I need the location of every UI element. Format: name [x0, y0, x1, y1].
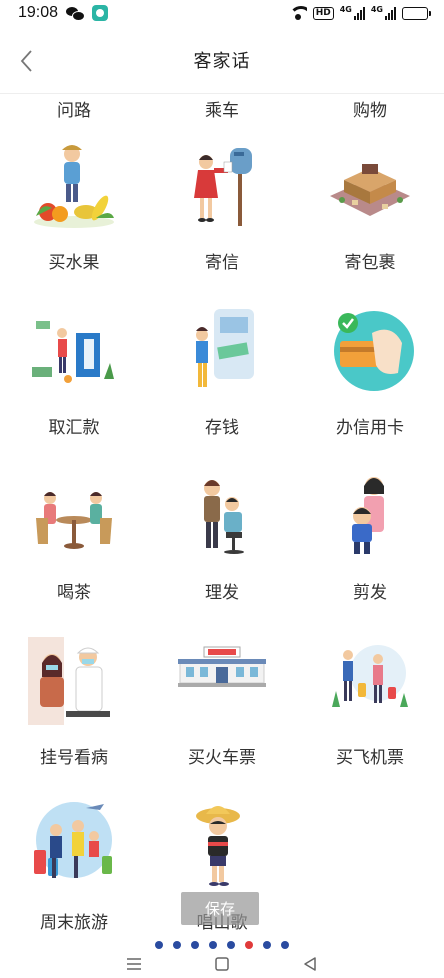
grid-item-deposit[interactable]: 存钱: [148, 299, 296, 464]
mailbox-illustration: [174, 138, 270, 234]
train-station-illustration: [174, 633, 270, 729]
status-left: 19:08: [18, 4, 109, 22]
phrase-grid: 买水果 寄信 寄包裹 取汇款 存钱 办信用卡 喝茶 理发 剪发 挂号看病 买火车…: [0, 134, 444, 940]
phrase-grid-scroll[interactable]: 问路 乘车 购物 买水果 寄信 寄包裹 取汇款 存钱 办信用卡 喝茶 理发 剪发…: [0, 94, 444, 940]
grid-item-weekend-travel[interactable]: 周末旅游: [0, 794, 148, 940]
page-dot[interactable]: [191, 941, 199, 949]
status-bar: 19:08 HD 4G 4G: [0, 0, 444, 26]
system-nav-bar: [0, 950, 444, 978]
page-dot[interactable]: [173, 941, 181, 949]
grid-item-label: 存钱: [205, 418, 239, 438]
credit-card-illustration: [322, 303, 418, 399]
grid-item-send-parcel[interactable]: 寄包裹: [296, 134, 444, 299]
grid-empty-cell: [296, 794, 444, 940]
triangle-back-icon: [304, 957, 316, 971]
phone-deposit-illustration: [174, 303, 270, 399]
folk-singer-illustration: [174, 798, 270, 894]
page-indicator: [0, 941, 444, 949]
nav-back-button[interactable]: [300, 954, 320, 974]
grid-item-label: 寄信: [205, 253, 239, 273]
hd-badge: HD: [312, 6, 334, 20]
grid-item-hospital-registration[interactable]: 挂号看病: [0, 629, 148, 794]
grid-item-label: 买飞机票: [336, 748, 404, 768]
nav-home-button[interactable]: [212, 954, 232, 974]
signal-icon-2: 4G: [371, 6, 396, 20]
grid-item-cut-hair[interactable]: 剪发: [296, 464, 444, 629]
battery-icon: [402, 6, 431, 20]
tea-table-illustration: [26, 468, 122, 564]
grid-item-label: 买火车票: [188, 748, 256, 768]
title-bar: 客家话: [0, 26, 444, 94]
barber-illustration: [174, 468, 270, 564]
page-title: 客家话: [193, 50, 251, 72]
wechat-icon: [66, 6, 86, 21]
grid-item-label: 理发: [205, 583, 239, 603]
page-dot[interactable]: [227, 941, 235, 949]
save-button[interactable]: 保存: [181, 892, 259, 925]
page-dot[interactable]: [209, 941, 217, 949]
grid-item-label: 取汇款: [48, 418, 100, 438]
grid-item-label: 周末旅游: [40, 913, 108, 933]
grid-item-label: 挂号看病: [40, 748, 108, 768]
page-dot-active[interactable]: [245, 941, 253, 949]
signal-network-label: 4G: [339, 5, 352, 14]
fruit-vendor-illustration: [26, 138, 122, 234]
page-dot[interactable]: [281, 941, 289, 949]
grid-item-label: 剪发: [353, 583, 387, 603]
grid-item-label: 喝茶: [57, 583, 91, 603]
chevron-left-icon: [20, 50, 32, 72]
grid-item-buy-train-ticket[interactable]: 买火车票: [148, 629, 296, 794]
app-notification-icon: [92, 5, 109, 21]
grid-item-haircut[interactable]: 理发: [148, 464, 296, 629]
grid-row: 买水果 寄信 寄包裹: [0, 134, 444, 299]
grid-item-withdraw-remittance[interactable]: 取汇款: [0, 299, 148, 464]
back-button[interactable]: [14, 48, 40, 74]
signal-icon: 4G: [340, 6, 365, 20]
home-icon: [215, 957, 229, 971]
parcel-isometric-illustration: [322, 138, 418, 234]
family-travel-illustration: [26, 798, 122, 894]
page-dot[interactable]: [155, 941, 163, 949]
money-atm-illustration: [26, 303, 122, 399]
grid-item-send-letter[interactable]: 寄信: [148, 134, 296, 299]
grid-item-label: 办信用卡: [336, 418, 404, 438]
grid-row: 取汇款 存钱 办信用卡: [0, 299, 444, 464]
nav-menu-button[interactable]: [124, 954, 144, 974]
partial-label-ride[interactable]: 乘车: [148, 96, 296, 121]
grid-item-buy-fruit[interactable]: 买水果: [0, 134, 148, 299]
grid-item-drink-tea[interactable]: 喝茶: [0, 464, 148, 629]
page-dot[interactable]: [263, 941, 271, 949]
airport-travelers-illustration: [322, 633, 418, 729]
grid-item-buy-plane-ticket[interactable]: 买飞机票: [296, 629, 444, 794]
grid-item-apply-credit-card[interactable]: 办信用卡: [296, 299, 444, 464]
doctor-patient-illustration: [26, 633, 122, 729]
status-time: 19:08: [18, 4, 59, 21]
partial-row: 问路 乘车 购物: [0, 94, 444, 121]
grid-item-label: 买水果: [48, 253, 100, 273]
grid-row: 挂号看病 买火车票 买飞机票: [0, 629, 444, 794]
partial-label-shopping[interactable]: 购物: [296, 96, 444, 121]
signal-network-label-2: 4G: [370, 5, 383, 14]
wifi-icon: [288, 6, 307, 20]
menu-icon: [127, 958, 141, 970]
mother-child-illustration: [322, 468, 418, 564]
grid-row: 喝茶 理发 剪发: [0, 464, 444, 629]
grid-item-label: 寄包裹: [344, 253, 396, 273]
status-right: HD 4G 4G: [288, 6, 431, 20]
partial-label-ask-way[interactable]: 问路: [0, 96, 148, 121]
